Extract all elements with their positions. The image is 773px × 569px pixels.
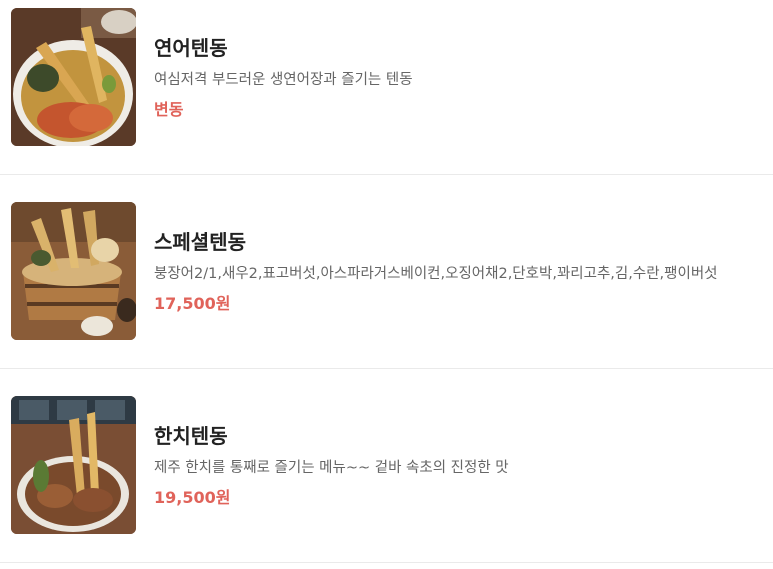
salmon-tendon-image bbox=[11, 8, 136, 146]
menu-item-hanchi-tendon[interactable]: 한치텐동 제주 한치를 통째로 즐기는 메뉴~~ 겉바 속초의 진정한 맛 19… bbox=[0, 388, 773, 560]
divider bbox=[0, 368, 773, 369]
divider bbox=[0, 562, 773, 563]
menu-item-price: 변동 bbox=[154, 100, 184, 119]
menu-item-name: 스페셜텐동 bbox=[154, 230, 246, 254]
menu-item-description: 붕장어2/1,새우2,표고버섯,아스파라거스베이컨,오징어채2,단호박,꽈리고추… bbox=[154, 266, 718, 282]
divider bbox=[0, 174, 773, 175]
menu-item-name: 한치텐동 bbox=[154, 424, 228, 448]
menu-item-description: 제주 한치를 통째로 즐기는 메뉴~~ 겉바 속초의 진정한 맛 bbox=[154, 460, 509, 476]
special-tendon-image bbox=[11, 202, 136, 340]
special-tendon-photo[interactable] bbox=[11, 202, 136, 340]
salmon-tendon-photo[interactable] bbox=[11, 8, 136, 146]
hanchi-tendon-photo[interactable] bbox=[11, 396, 136, 534]
menu-item-price: 17,500원 bbox=[154, 294, 231, 313]
menu-item-name: 연어텐동 bbox=[154, 36, 228, 60]
hanchi-tendon-image bbox=[11, 396, 136, 534]
menu-list: 연어텐동 여심저격 부드러운 생연어장과 즐기는 텐동 변동 스페셜텐동 붕장어… bbox=[0, 0, 773, 569]
menu-item-description: 여심저격 부드러운 생연어장과 즐기는 텐동 bbox=[154, 72, 413, 88]
menu-item-price: 19,500원 bbox=[154, 488, 231, 507]
menu-item-special-tendon[interactable]: 스페셜텐동 붕장어2/1,새우2,표고버섯,아스파라거스베이컨,오징어채2,단호… bbox=[0, 194, 773, 366]
menu-item-salmon-tendon[interactable]: 연어텐동 여심저격 부드러운 생연어장과 즐기는 텐동 변동 bbox=[0, 0, 773, 172]
